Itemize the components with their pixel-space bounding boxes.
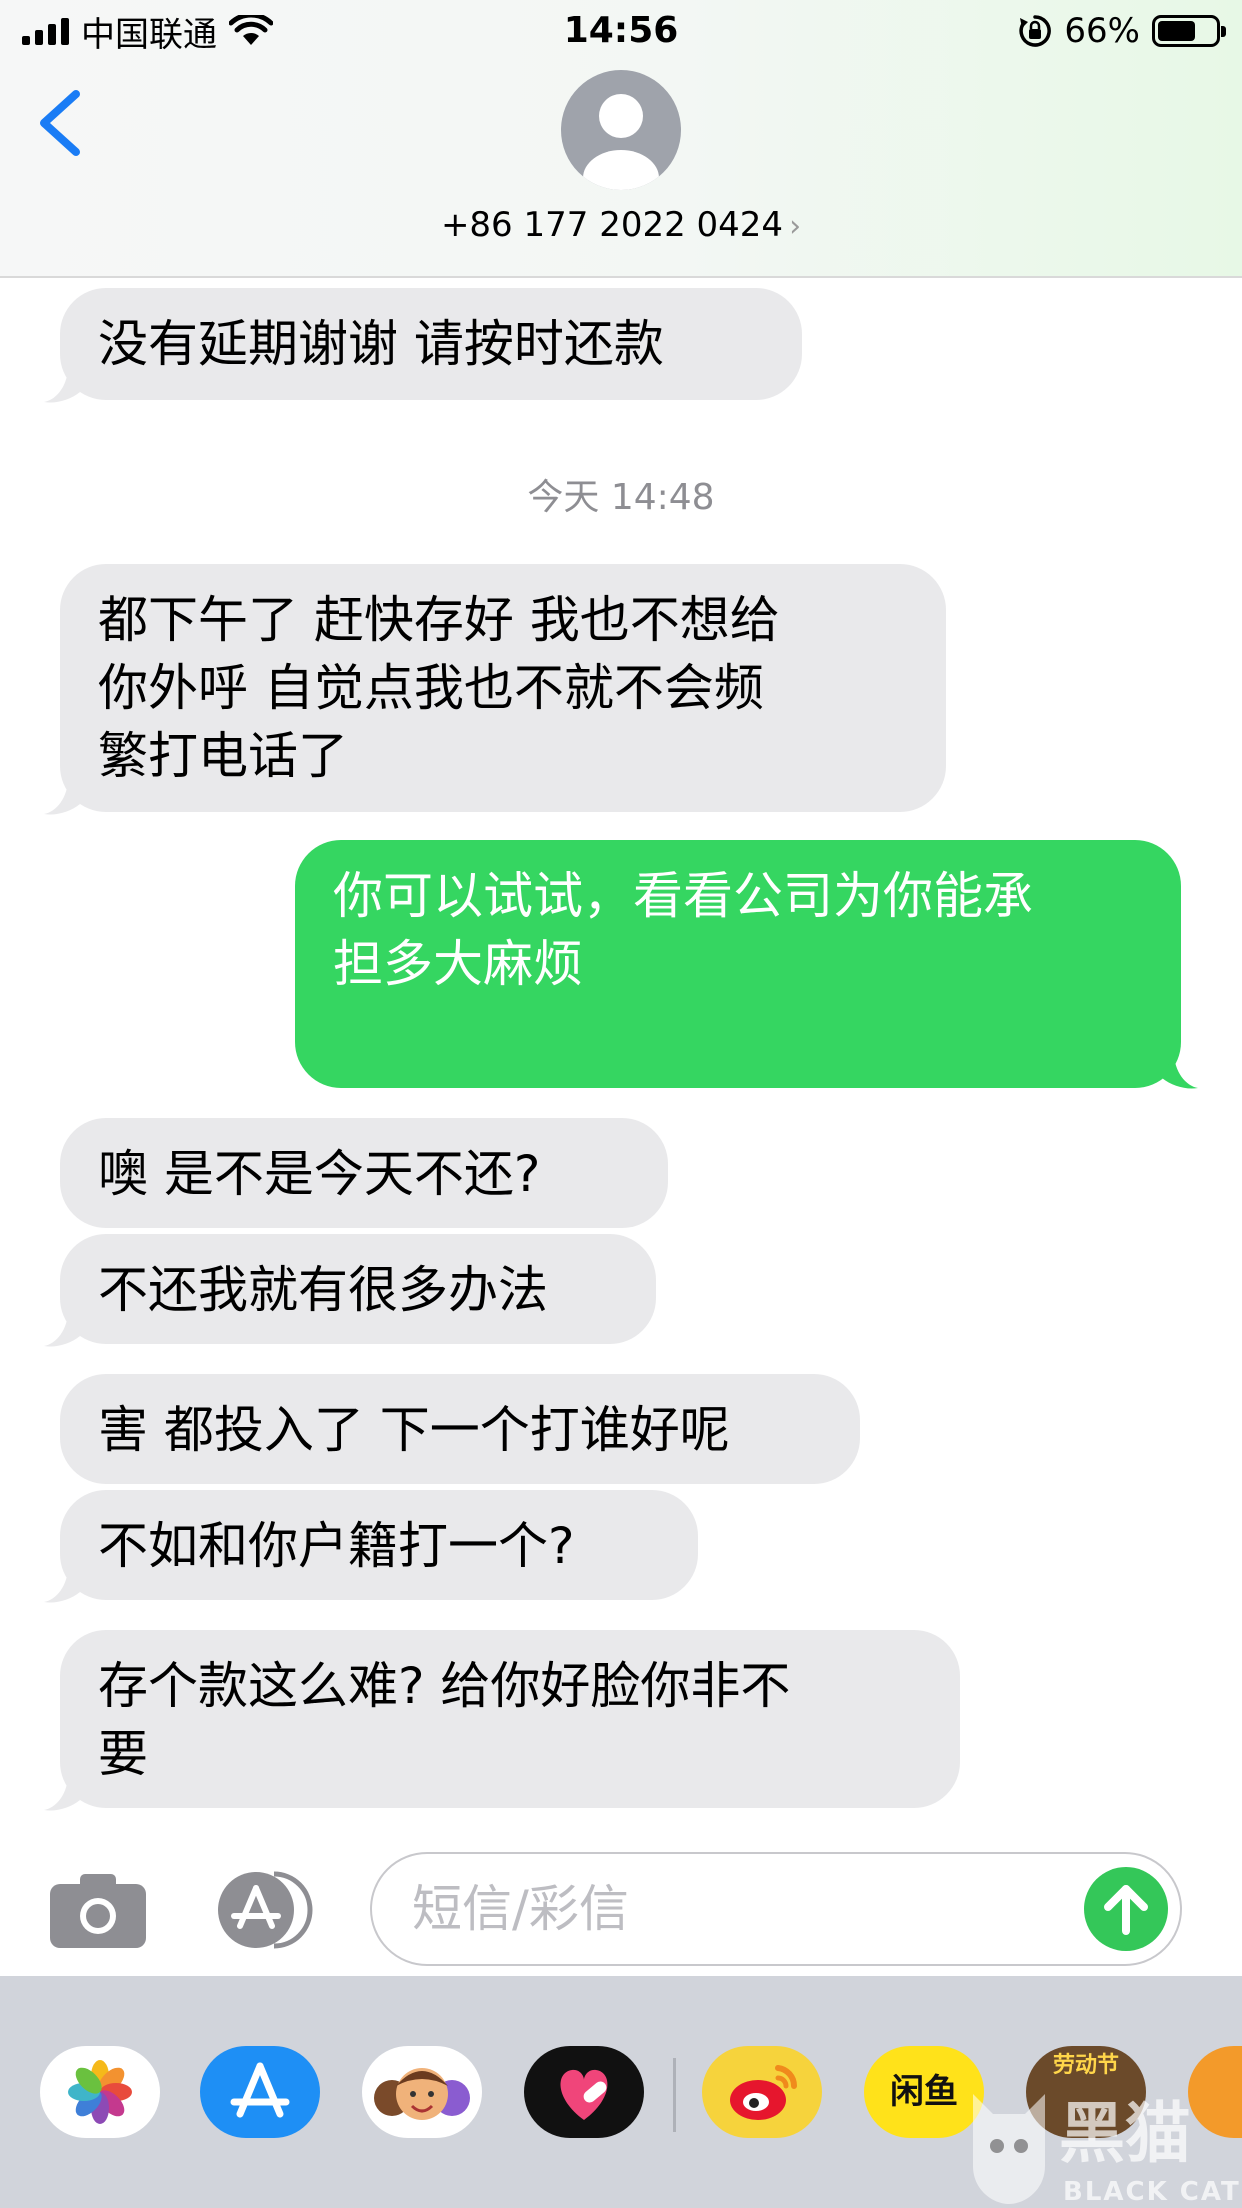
message-line: 繁打电话了 (98, 727, 348, 785)
message-text: 害 都投入了 下一个打谁好呢 (98, 1401, 730, 1459)
bubble-tail (44, 1566, 80, 1603)
contact-info[interactable]: +86 177 2022 0424 › (0, 200, 1242, 252)
drawer-divider (673, 2058, 676, 2132)
message-line: 都下午了 赶快存好 我也不想给 (98, 591, 780, 649)
message-line: 你可以试试，看看公司为你能承 (333, 867, 1033, 925)
digital-touch-app[interactable] (524, 2046, 644, 2138)
orientation-lock-icon (1019, 15, 1052, 47)
message-text: 不还我就有很多办法 (98, 1261, 548, 1319)
message-input-placeholder: 短信/彩信 (412, 1880, 629, 1938)
message-bubble-incoming[interactable]: 没有延期谢谢 请按时还款 (60, 288, 802, 400)
black-cat-watermark: 黑猫 BLACK CAT (965, 2080, 1242, 2208)
message-bubble-incoming[interactable]: 不如和你户籍打一个? (60, 1490, 698, 1600)
contact-number: +86 177 2022 0424 (440, 205, 784, 245)
message-bubble-incoming[interactable]: 不还我就有很多办法 (60, 1234, 656, 1344)
svg-text:黑猫: 黑猫 (1059, 2095, 1191, 2172)
weibo-icon (730, 2065, 798, 2120)
message-text: 没有延期谢谢 请按时还款 (98, 315, 664, 373)
message-bubble-incoming[interactable]: 噢 是不是今天不还? (60, 1118, 668, 1228)
battery-percentage: 66% (1064, 11, 1140, 51)
app-store-icon (230, 2062, 290, 2118)
message-text: 噢 是不是今天不还? (98, 1145, 541, 1203)
message-input[interactable]: 短信/彩信 (370, 1852, 1182, 1966)
chevron-left-icon (40, 90, 80, 156)
bubble-tail (44, 1310, 80, 1347)
message-bubble-incoming[interactable]: 都下午了 赶快存好 我也不想给 你外呼 自觉点我也不就不会频 繁打电话了 (60, 564, 946, 812)
camera-icon (50, 1874, 146, 1948)
chevron-right-icon: › (789, 209, 802, 244)
message-bubble-outgoing[interactable]: 你可以试试，看看公司为你能承 担多大麻烦 (295, 840, 1181, 1088)
weibo-app[interactable] (702, 2046, 822, 2138)
send-button[interactable] (1084, 1867, 1168, 1951)
apps-button[interactable] (210, 1870, 320, 1950)
bubble-tail (44, 778, 80, 815)
message-timestamp: 今天 14:48 (527, 477, 715, 518)
message-line: 要 (98, 1725, 148, 1783)
bubble-tail (44, 366, 80, 403)
photos-app[interactable] (40, 2046, 160, 2138)
photos-icon (68, 2060, 132, 2124)
person-icon (583, 94, 659, 190)
message-text: 不如和你户籍打一个? (98, 1517, 575, 1575)
black-cat-logo: 黑猫 BLACK CAT (973, 2094, 1241, 2207)
battery-icon (1152, 15, 1226, 47)
xianyu-label: 闲鱼 (890, 2072, 958, 2112)
camera-button[interactable] (50, 1872, 146, 1948)
bubble-tail (1162, 1052, 1198, 1089)
arrow-up-icon (1104, 1885, 1148, 1935)
memoji-app[interactable] (362, 2046, 482, 2138)
bubble-tail (44, 1774, 80, 1811)
message-line: 存个款这么难? 给你好脸你非不 (98, 1657, 791, 1715)
message-bubble-incoming[interactable]: 存个款这么难? 给你好脸你非不 要 (60, 1630, 960, 1808)
svg-text:BLACK CAT: BLACK CAT (1063, 2177, 1241, 2207)
message-line: 担多大麻烦 (333, 935, 583, 993)
status-bar: 中国联通 14:56 66% (0, 0, 1242, 62)
app-store-icon (218, 1871, 313, 1949)
message-line: 你外呼 自觉点我也不就不会频 (98, 659, 764, 717)
heart-icon (560, 2069, 608, 2120)
app-store-app[interactable] (200, 2046, 320, 2138)
game-label: 劳动节 (1052, 2053, 1119, 2078)
memoji-icon (374, 2068, 470, 2120)
message-bubble-incoming[interactable]: 害 都投入了 下一个打谁好呢 (60, 1374, 860, 1484)
back-button[interactable] (30, 86, 90, 160)
contact-avatar[interactable] (561, 70, 681, 190)
